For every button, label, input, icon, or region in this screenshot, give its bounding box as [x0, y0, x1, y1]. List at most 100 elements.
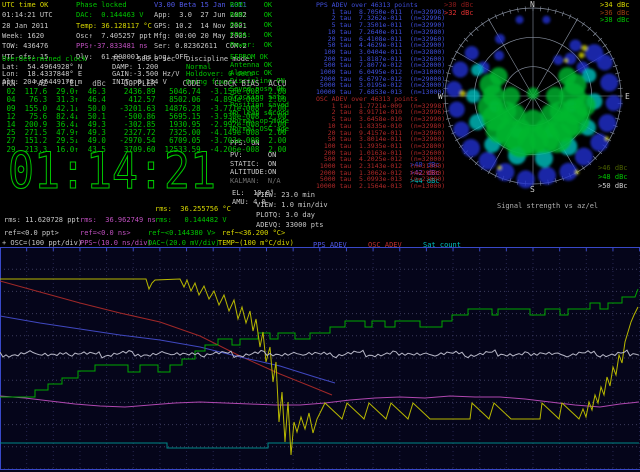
osc-adev-table-row: 20 tau 9.4157e-011 (n=32960): [316, 130, 445, 137]
pps-state-line: PPS: ON: [230, 140, 260, 147]
rcvr-modes-line: ALTITUDE:ON: [230, 169, 276, 176]
signal-blobs: [446, 16, 622, 189]
signal-blob: [606, 95, 622, 111]
signal-blob: [538, 167, 556, 185]
pps-adev-table-row: 2 tau 7.3262e-011 (n=32996): [316, 15, 445, 22]
minor-status-line: Normal op mode: [230, 118, 289, 125]
minor-status-line: No leap second: [230, 110, 289, 117]
signal-blob: [579, 52, 585, 58]
signal-blob: [590, 133, 608, 151]
minor-status-line: Normal OSC age: [230, 126, 289, 133]
loop-params-block-line: GAIN:-3.500 Hz/V: [112, 71, 179, 78]
compass-label: W: [438, 92, 443, 101]
signal-blob: [479, 152, 497, 170]
signal-blob: [496, 163, 514, 181]
osc-adev-table-row: 2000 tau 1.3062e-012 (n=29000): [316, 170, 445, 177]
signal-blob: [498, 166, 502, 170]
signal-blob: [527, 87, 539, 99]
trace-osc-adev-curve: [0, 281, 332, 395]
position-block-line: Lat: 54.4964928° N: [2, 64, 82, 71]
signal-blob: [569, 39, 581, 51]
signal-blob: [605, 137, 609, 141]
version-col-line: App: 3.0 27 Jun 2002: [154, 12, 247, 19]
signal-blob: [511, 119, 531, 139]
clock-text: 01:14:21: [8, 142, 216, 198]
osc-adev-table-row: 1 tau 1.7721e-009 (n=32998): [316, 103, 445, 110]
polar-caption-line: Signal strength vs az/el: [497, 203, 598, 210]
lady-heather-gps-monitor: UTC time OK01:14:21 UTC28 Jan 2011Week: …: [0, 0, 640, 472]
hardware-status-line: Power: OK: [230, 42, 272, 49]
stat-rms-line: rms: 11.620728 ppt: [4, 217, 80, 224]
pps-adev-table-title: PPS ADEV over 46313 points: [316, 2, 418, 9]
signal-blob: [575, 148, 593, 166]
dbc-legend-botleft-line: >40 dBc: [410, 162, 440, 169]
position-block-line: Alt: 204.46449176 m: [2, 79, 82, 86]
osc-status-col-line: DAC: 0.144463 V: [76, 12, 143, 19]
rcvr-modes-line: PV: ON: [230, 152, 276, 159]
signal-blob: [471, 64, 483, 76]
signal-blob: [446, 81, 462, 97]
signal-blob: [597, 55, 613, 71]
discipline-block-line: Doing fixes: [186, 79, 232, 86]
sat-table-header: PRN °AZ °EL dBc DOPPLER CODE CLOCK BIAS …: [2, 80, 286, 88]
stat-ref-line: ref~<36.200 °C>: [222, 230, 285, 237]
stat-rms-line: rms: 0.144482 V: [155, 217, 227, 224]
osc-status-col-line: Temp: 36.128117 °C: [76, 23, 152, 30]
pps-adev-table-row: 100 tau 3.0404e-011 (n=32800): [316, 49, 445, 56]
mask-block-line: EL: 10.0°: [232, 190, 274, 197]
degree-tick: [446, 73, 451, 74]
utc-status-col-line: Week: 1620: [2, 33, 44, 40]
degree-tick: [593, 32, 597, 36]
signal-blob: [495, 34, 505, 44]
rcvr-modes-line: KALMAN: N/A: [230, 178, 281, 185]
plot-area[interactable]: [0, 247, 640, 472]
signal-blob: [559, 163, 577, 181]
minor-status-line: Antenna OK: [230, 62, 272, 69]
compass-label: E: [625, 92, 630, 101]
minor-status-line: Discipline ON: [230, 78, 285, 85]
osc-status-col-line: Osc↑ 7.405257 ppt: [76, 33, 152, 40]
compass-label: N: [530, 0, 535, 9]
sat-table-row: 14 200.9 36.4↓ 49.3 -302.85 1930.95 -2.9…: [2, 121, 286, 129]
stat-rms-line: rms: 36.962749 ns: [80, 217, 156, 224]
strip-chart[interactable]: [0, 247, 640, 472]
signal-blob: [581, 45, 587, 51]
signal-blob: [542, 16, 550, 24]
degree-tick: [555, 9, 556, 14]
stat-ref-line: ref=<0.0 ppt>: [4, 230, 59, 237]
degree-tick: [593, 156, 597, 160]
osc-adev-table-row: 5 tau 3.6458e-010 (n=32990): [316, 116, 445, 123]
osc-adev-table-row: 10000 tau 2.1564e-013 (n=13000): [316, 183, 445, 190]
rcvr-modes-line: STATIC: ON: [230, 161, 276, 168]
minor-status-line: Tracking sats: [230, 94, 285, 101]
degree-tick: [469, 32, 473, 36]
stat-scale-line: TEMP~(100 m°C/div): [218, 240, 294, 247]
signal-blob: [490, 67, 508, 85]
osc-adev-table-row: 200 tau 1.0163e-011 (n=32600): [316, 150, 445, 157]
pps-adev-table-row: 5 tau 7.3501e-011 (n=32990): [316, 22, 445, 29]
osc-status-col-line: PPS↑-37.833481 ns: [76, 43, 148, 50]
utc-status-col-line: TOW: 436476: [2, 43, 48, 50]
view-block-line: VIEW: 1.0 min/div: [256, 202, 328, 209]
version-col-line: Log: OFF: [154, 54, 188, 61]
osc-adev-table-row: 50 tau 3.8014e-011 (n=32900): [316, 136, 445, 143]
signal-blob: [564, 59, 568, 63]
pps-adev-table-row: 1 tau 8.7050e-011 (n=32998): [316, 9, 445, 16]
version-col-line: Ser: 0.82362611 COM:2: [154, 43, 247, 50]
utc-status-col-line: UTC ofs: 15: [2, 54, 48, 61]
hardware-status-line: ROM: OK: [230, 2, 272, 9]
signal-blob: [466, 89, 480, 103]
osc-adev-table-row: 2 tau 8.9171e-010 (n=32996): [316, 109, 445, 116]
degree-tick: [615, 118, 620, 119]
signal-blob: [452, 62, 468, 78]
pps-adev-table-row: 10000 tau 7.6853e-013 (n=13000): [316, 89, 445, 96]
signal-strength-sky-map: NESW: [437, 0, 633, 198]
degree-tick: [617, 111, 622, 112]
signal-blob: [550, 101, 570, 121]
loop-params-block-line: TC: 500.0 sec: [112, 56, 175, 63]
view-block-line: VIEW: 23.0 min: [256, 192, 315, 199]
stat-rms-line: rms: 36.255756 °C: [155, 206, 231, 213]
osc-adev-table-row: 500 tau 4.2025e-012 (n=32000): [316, 156, 445, 163]
loop-params-block-line: INIT: 0.134 V: [112, 79, 167, 86]
mask-block-line: AMU: 4.0: [232, 199, 266, 206]
